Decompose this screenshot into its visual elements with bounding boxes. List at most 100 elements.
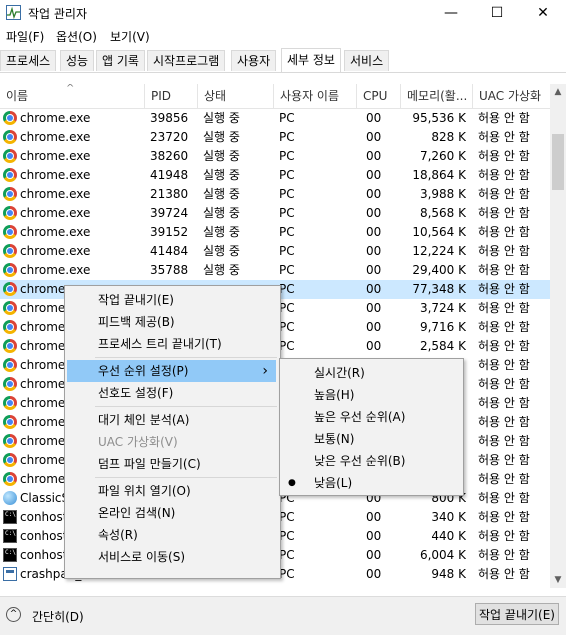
table-row[interactable]: chrome.exe 41948 실행 중 PC 00 18,864 K 허용 안 함 (0, 166, 550, 185)
cell-cpu: 00 (366, 510, 382, 524)
tab-details[interactable]: 세부 정보 (281, 48, 341, 72)
cell-cpu: 00 (366, 567, 382, 581)
context-menu-item-label: 우선 순위 설정(P) (98, 364, 189, 378)
tab-users[interactable]: 사용자 (231, 50, 277, 71)
cell-status: 실행 중 (203, 244, 240, 258)
column-header-uac[interactable]: UAC 가상화 (472, 84, 550, 108)
vertical-scrollbar[interactable]: ▲ ▼ (550, 84, 566, 588)
context-menu-item-label: 서비스로 이동(S) (98, 550, 186, 564)
context-menu-item-label: 작업 끝내기(E) (98, 293, 174, 307)
cell-name: chrome.exe (20, 130, 91, 144)
cell-user: PC (279, 149, 295, 163)
menu-options[interactable]: 옵션(O) (56, 28, 97, 45)
priority-option-label: 낮음(L) (314, 476, 353, 490)
cell-uac: 허용 안 함 (478, 510, 530, 524)
context-menu-item[interactable]: 덤프 파일 만들기(C) (67, 453, 276, 475)
end-task-button[interactable]: 작업 끝내기(E) (475, 603, 559, 625)
table-row[interactable]: chrome.exe 41484 실행 중 PC 00 12,224 K 허용 안 함 (0, 242, 550, 261)
table-row[interactable]: chrome.exe 39152 실행 중 PC 00 10,564 K 허용 안 함 (0, 223, 550, 242)
cell-pid: 39724 (150, 206, 189, 220)
tab-processes[interactable]: 프로세스 (0, 50, 57, 71)
cell-name: chrome.exe (20, 206, 91, 220)
table-row[interactable]: chrome.exe 21380 실행 중 PC 00 3,988 K 허용 안 함 (0, 185, 550, 204)
context-menu-item[interactable]: 피드백 제공(B) (67, 311, 276, 333)
chrome-icon (3, 244, 17, 258)
tab-app-history[interactable]: 앱 기록 (96, 50, 145, 71)
context-menu-item-label: 속성(R) (98, 528, 138, 542)
tab-startup[interactable]: 시작프로그램 (147, 50, 226, 71)
column-header-user[interactable]: 사용자 이름 (273, 84, 356, 108)
context-menu-item-label: UAC 가상화(V) (98, 435, 178, 449)
cell-cpu: 00 (366, 111, 382, 125)
context-menu-item[interactable]: 파일 위치 열기(O) (67, 480, 276, 502)
context-menu-item-label: 피드백 제공(B) (98, 315, 175, 329)
priority-option[interactable]: 실시간(R) (282, 362, 459, 384)
cell-user: PC (279, 263, 295, 277)
context-menu-item[interactable]: 우선 순위 설정(P) › (67, 360, 276, 382)
menu-view[interactable]: 보기(V) (110, 28, 150, 45)
cell-name: chrome.exe (20, 149, 91, 163)
priority-option[interactable]: 보통(N) (282, 428, 459, 450)
scroll-up-icon[interactable]: ▲ (550, 84, 566, 100)
cell-memory: 2,584 K (419, 339, 466, 353)
chrome-icon (3, 187, 17, 201)
cell-name: chrome.exe (20, 244, 91, 258)
table-row[interactable]: chrome.exe 39724 실행 중 PC 00 8,568 K 허용 안 함 (0, 204, 550, 223)
console-icon (3, 548, 17, 562)
chrome-icon (3, 434, 17, 448)
context-menu-item-label: 덤프 파일 만들기(C) (98, 457, 201, 471)
scroll-down-icon[interactable]: ▼ (550, 572, 566, 588)
context-menu-item[interactable]: 선호도 설정(F) (67, 382, 276, 404)
context-menu-item[interactable]: 속성(R) (67, 524, 276, 546)
cell-uac: 허용 안 함 (478, 491, 530, 505)
context-menu-item[interactable]: 프로세스 트리 끝내기(T) (67, 333, 276, 355)
table-row[interactable]: chrome.exe 39856 실행 중 PC 00 95,536 K 허용 안 함 (0, 109, 550, 128)
priority-option[interactable]: 높은 우선 순위(A) (282, 406, 459, 428)
minimize-button[interactable]: — (428, 0, 474, 26)
table-row[interactable]: chrome.exe 35788 실행 중 PC 00 29,400 K 허용 안 함 (0, 261, 550, 280)
column-header-name[interactable]: 이름 ^ (0, 84, 144, 108)
console-icon (3, 529, 17, 543)
collapse-chevron-icon[interactable]: ^ (6, 607, 21, 622)
menu-separator (95, 357, 277, 358)
scroll-thumb[interactable] (552, 134, 564, 190)
column-header-status[interactable]: 상태 (197, 84, 273, 108)
cell-uac: 허용 안 함 (478, 320, 530, 334)
collapse-link[interactable]: 간단히(D) (32, 608, 84, 625)
table-row[interactable]: chrome.exe 23720 실행 중 PC 00 828 K 허용 안 함 (0, 128, 550, 147)
cell-pid: 35788 (150, 263, 189, 277)
cell-user: PC (279, 130, 295, 144)
priority-option-label: 낮은 우선 순위(B) (314, 454, 406, 468)
cell-uac: 허용 안 함 (478, 377, 530, 391)
priority-option[interactable]: 높음(H) (282, 384, 459, 406)
chrome-icon (3, 320, 17, 334)
tab-services[interactable]: 서비스 (344, 50, 390, 71)
cell-name: chrome.exe (20, 168, 91, 182)
cell-user: PC (279, 111, 295, 125)
context-menu-item[interactable]: 온라인 검색(N) (67, 502, 276, 524)
priority-option[interactable]: 낮은 우선 순위(B) (282, 450, 459, 472)
cell-user: PC (279, 529, 295, 543)
menu-file[interactable]: 파일(F) (6, 28, 44, 45)
cell-name: chrome.exe (20, 111, 91, 125)
cell-uac: 허용 안 함 (478, 244, 530, 258)
column-header-name-label: 이름 (6, 89, 29, 103)
table-row[interactable]: chrome.exe 38260 실행 중 PC 00 7,260 K 허용 안 함 (0, 147, 550, 166)
tab-performance[interactable]: 성능 (60, 50, 95, 71)
priority-option[interactable]: ● 낮음(L) (282, 472, 459, 494)
context-menu-item[interactable]: 작업 끝내기(E) (67, 289, 276, 311)
close-button[interactable]: ✕ (520, 0, 566, 26)
context-menu-item[interactable]: 서비스로 이동(S) (67, 546, 276, 568)
cell-user: PC (279, 567, 295, 581)
context-menu-item[interactable]: 대기 체인 분석(A) (67, 409, 276, 431)
cell-memory: 8,568 K (419, 206, 466, 220)
column-header-cpu[interactable]: CPU (356, 84, 400, 108)
cell-status: 실행 중 (203, 168, 240, 182)
chrome-icon (3, 358, 17, 372)
maximize-button[interactable]: ☐ (474, 0, 520, 26)
column-header-pid[interactable]: PID (144, 84, 197, 108)
cell-status: 실행 중 (203, 225, 240, 239)
column-header-memory[interactable]: 메모리(활... (400, 84, 472, 108)
cell-user: PC (279, 225, 295, 239)
cell-uac: 허용 안 함 (478, 301, 530, 315)
